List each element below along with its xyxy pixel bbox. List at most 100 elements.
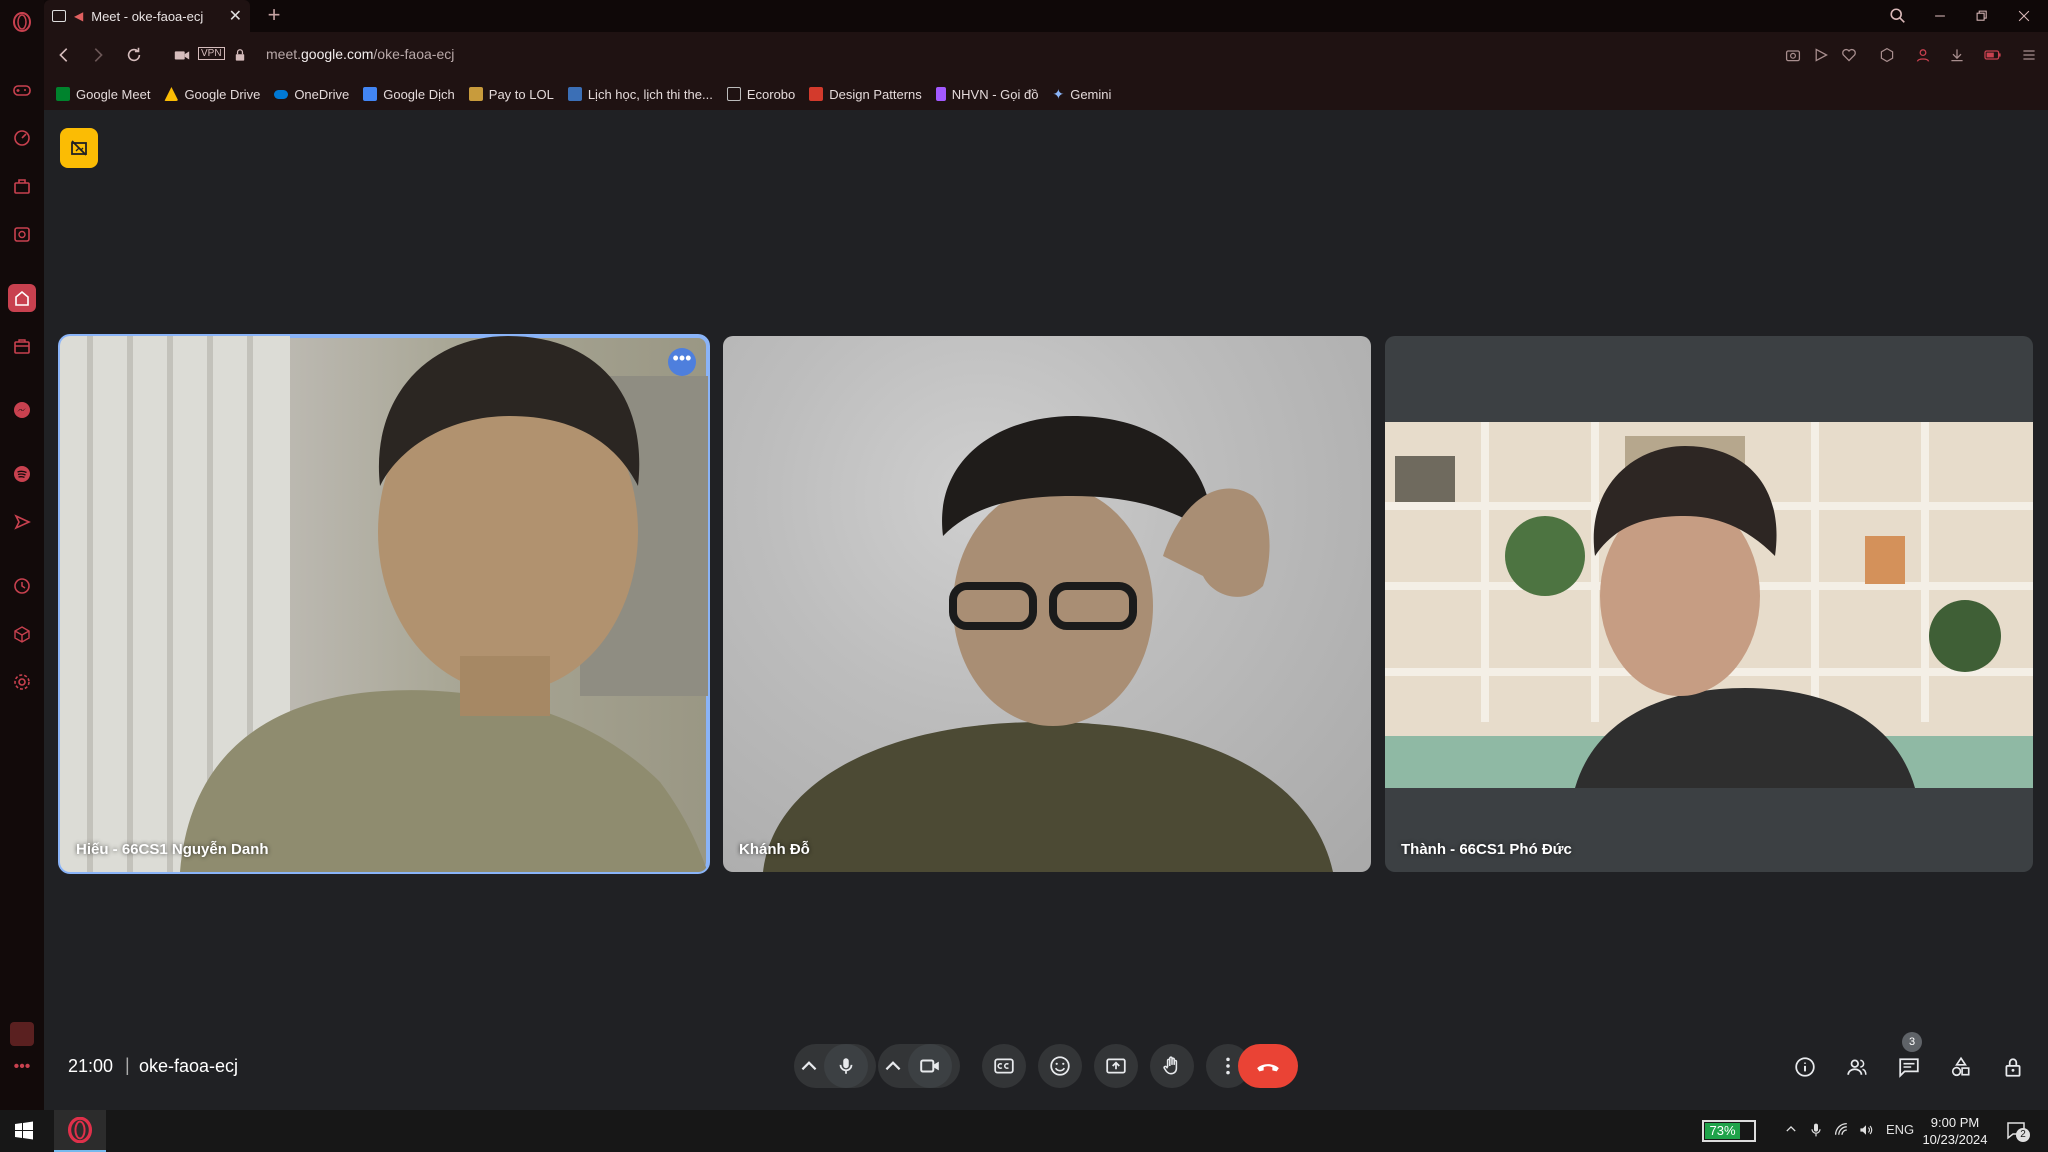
camera-off-badge[interactable] <box>60 128 98 168</box>
show-hidden-icons-chevron-up-icon[interactable] <box>1784 1122 1798 1139</box>
volume-icon[interactable] <box>1858 1122 1874 1141</box>
bookmark-lich-hoc[interactable]: Lịch học, lịch thi the... <box>567 87 713 102</box>
meet-stage: ••• Hiếu - 66CS1 Nguyễn Danh Khánh Đỗ Th… <box>44 110 2048 1110</box>
lock-person-icon <box>2005 1058 2021 1077</box>
opera-logo-icon[interactable] <box>8 8 36 36</box>
system-clock[interactable]: 9:00 PM 10/23/2024 <box>1920 1114 1990 1148</box>
bookmark-google-meet[interactable]: Google Meet <box>56 87 150 102</box>
forward-button[interactable] <box>86 43 110 67</box>
heart-icon[interactable] <box>1838 44 1860 66</box>
flow-send-icon[interactable] <box>1810 44 1832 66</box>
meeting-separator: | <box>125 1055 130 1075</box>
bookmarks-bar: Google Meet Google Drive OneDrive Google… <box>44 78 2048 110</box>
tab-title: Meet - oke-faoa-ecj <box>91 8 204 24</box>
onedrive-icon <box>274 89 289 99</box>
vpn-badge[interactable]: VPN <box>198 47 225 60</box>
language-indicator[interactable]: ENG <box>1886 1122 1914 1137</box>
bookmark-onedrive[interactable]: OneDrive <box>274 87 349 102</box>
participant-tile[interactable]: ••• Hiếu - 66CS1 Nguyễn Danh <box>58 334 710 874</box>
briefcase-icon[interactable] <box>8 332 36 360</box>
meeting-code: oke-faoa-ecj <box>139 1056 239 1076</box>
people-icon <box>1847 1059 1867 1075</box>
home-icon[interactable] <box>8 284 36 312</box>
snapshot-icon[interactable] <box>1782 44 1804 66</box>
profile-icon[interactable] <box>1912 44 1934 66</box>
speed-dial-icon[interactable] <box>8 124 36 152</box>
history-icon[interactable] <box>8 572 36 600</box>
bookmark-google-drive[interactable]: Google Drive <box>164 87 260 102</box>
download-icon[interactable] <box>1946 44 1968 66</box>
more-vert-icon <box>1226 1057 1230 1075</box>
meeting-details-button[interactable] <box>1790 1052 1820 1082</box>
raise-hand-button[interactable] <box>1150 1044 1194 1088</box>
mic-options-chevron-up-icon[interactable] <box>794 1044 824 1088</box>
camera-snap-icon[interactable] <box>8 220 36 248</box>
gamepad-icon[interactable] <box>8 76 36 104</box>
bookmark-nhvn[interactable]: NHVN - Gọi đồ <box>935 87 1038 102</box>
messenger-icon[interactable] <box>8 396 36 424</box>
bookmark-pay-to-lol[interactable]: Pay to LOL <box>468 87 554 102</box>
camera-options-chevron-up-icon[interactable] <box>878 1044 908 1088</box>
notifications-icon[interactable]: 2 <box>2006 1120 2030 1143</box>
settings-icon[interactable] <box>8 668 36 696</box>
host-controls-button[interactable] <box>1998 1052 2028 1082</box>
extension-icon[interactable] <box>10 1022 34 1046</box>
microphone-button[interactable] <box>824 1044 868 1088</box>
spotify-icon[interactable] <box>8 460 36 488</box>
camera-control <box>878 1044 960 1088</box>
battery-indicator[interactable]: 73% <box>1702 1120 1756 1142</box>
participant-tile[interactable]: Thành - 66CS1 Phó Đức <box>1385 336 2033 872</box>
send-icon[interactable] <box>8 508 36 536</box>
url-field[interactable]: meet.google.com/oke-faoa-ecj <box>266 46 454 62</box>
people-count-badge: 3 <box>1902 1032 1922 1052</box>
back-button[interactable] <box>52 43 76 67</box>
participant-video <box>763 416 1333 872</box>
battery-saver-icon[interactable] <box>1982 44 2004 66</box>
people-button[interactable] <box>1842 1052 1872 1082</box>
camera-button[interactable] <box>908 1044 952 1088</box>
participant-options-button[interactable]: ••• <box>668 348 696 376</box>
extensions-cube-icon[interactable] <box>1876 44 1898 66</box>
gemini-icon: ✦ <box>1052 85 1065 102</box>
participant-name: Thành - 66CS1 Phó Đức <box>1401 841 1572 858</box>
bookmark-gemini[interactable]: ✦ Gemini <box>1052 86 1111 103</box>
opera-taskbar-button[interactable] <box>54 1110 106 1152</box>
minimize-button[interactable] <box>1926 4 1954 28</box>
participant-video <box>1385 422 2033 788</box>
new-tab-button[interactable]: + <box>262 4 286 28</box>
reload-button[interactable] <box>122 43 146 67</box>
menu-icon[interactable] <box>2018 44 2040 66</box>
bookmark-ecorobo[interactable]: Ecorobo <box>726 87 795 102</box>
microphone-tray-icon[interactable] <box>1808 1122 1824 1141</box>
meeting-clock: 21:00 <box>68 1056 114 1076</box>
close-window-button[interactable] <box>2010 4 2038 28</box>
bookmark-design-patterns[interactable]: Design Patterns <box>809 87 922 102</box>
google-meet-icon <box>56 87 70 101</box>
tab-search-icon[interactable] <box>1884 4 1912 28</box>
battery-percent: 73% <box>1705 1123 1741 1139</box>
close-tab-icon[interactable]: ✕ <box>229 6 242 26</box>
leave-call-button[interactable] <box>1238 1044 1298 1088</box>
chat-button[interactable] <box>1894 1052 1924 1082</box>
tab-meet[interactable]: ◀ Meet - oke-faoa-ecj ✕ <box>44 0 250 32</box>
camera-indicator-icon[interactable] <box>170 43 194 67</box>
hand-icon <box>1163 1056 1178 1075</box>
more-sidebar-icon[interactable]: ••• <box>10 1058 34 1076</box>
chat-icon <box>1899 1058 1919 1078</box>
wifi-icon[interactable] <box>1834 1122 1850 1141</box>
participant-tile[interactable]: Khánh Đỗ <box>723 336 1371 872</box>
activities-button[interactable] <box>1946 1052 1976 1082</box>
bag-icon[interactable] <box>8 172 36 200</box>
windows-start-icon[interactable] <box>14 1121 34 1141</box>
info-icon <box>1795 1057 1815 1077</box>
address-bar-row: VPN meet.google.com/oke-faoa-ecj <box>44 32 2048 78</box>
present-button[interactable] <box>1094 1044 1138 1088</box>
figma-icon <box>935 87 946 101</box>
captions-button[interactable] <box>982 1044 1026 1088</box>
cube-icon[interactable] <box>8 620 36 648</box>
lock-icon[interactable] <box>228 43 252 67</box>
reactions-button[interactable] <box>1038 1044 1082 1088</box>
bookmark-google-dich[interactable]: Google Dịch <box>363 87 455 102</box>
speaker-icon[interactable]: ◀ <box>74 9 83 23</box>
restore-button[interactable] <box>1968 4 1996 28</box>
